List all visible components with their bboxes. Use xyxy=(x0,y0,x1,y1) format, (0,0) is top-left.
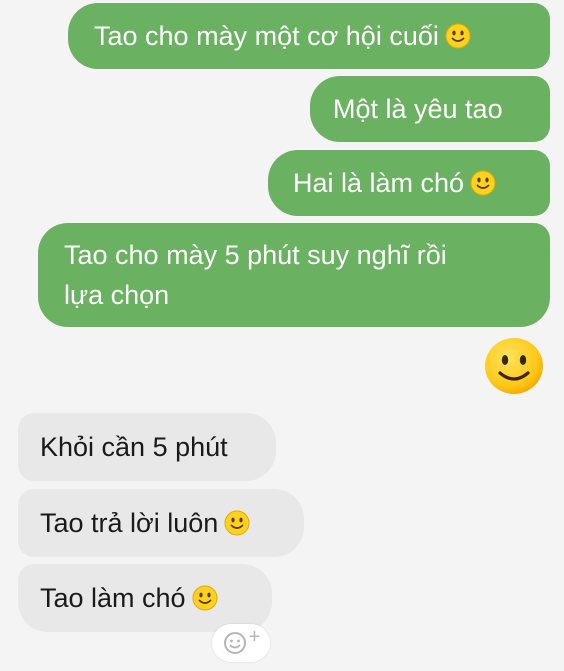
message-text: Tao trả lời luôn xyxy=(40,508,219,538)
received-message-bubble[interactable]: Khỏi cần 5 phút xyxy=(18,413,276,481)
message-text: Tao cho mày một cơ hội cuối xyxy=(94,21,439,51)
received-message-bubble[interactable]: Tao trả lời luôn xyxy=(18,489,304,557)
large-smiling-face-icon[interactable] xyxy=(483,336,545,396)
sent-message-bubble[interactable]: Một là yêu tao xyxy=(310,76,550,142)
message-text: Một là yêu tao xyxy=(333,94,503,124)
plus-symbol: + xyxy=(248,626,261,648)
message-text: Khỏi cần 5 phút xyxy=(40,432,228,462)
sent-message-bubble[interactable]: Hai là làm chó xyxy=(268,150,550,216)
sent-message-bubble[interactable]: Tao cho mày một cơ hội cuối xyxy=(68,3,550,69)
slightly-smiling-face-icon xyxy=(445,23,471,49)
slightly-smiling-face-icon xyxy=(192,585,218,611)
slightly-smiling-face-icon xyxy=(224,510,250,536)
message-text: Tao làm chó xyxy=(40,583,186,613)
received-message-bubble[interactable]: Tao làm chó xyxy=(18,564,272,632)
message-text: Hai là làm chó xyxy=(293,168,465,198)
add-reaction-icon xyxy=(223,632,246,654)
message-text-line: lựa chọn xyxy=(64,280,170,310)
add-reaction-button[interactable]: + xyxy=(212,624,270,662)
slightly-smiling-face-icon xyxy=(470,170,496,196)
message-text-line: Tao cho mày 5 phút suy nghĩ rồi xyxy=(64,240,447,270)
sent-message-bubble[interactable]: Tao cho mày 5 phút suy nghĩ rồi lựa chọn xyxy=(38,223,550,327)
